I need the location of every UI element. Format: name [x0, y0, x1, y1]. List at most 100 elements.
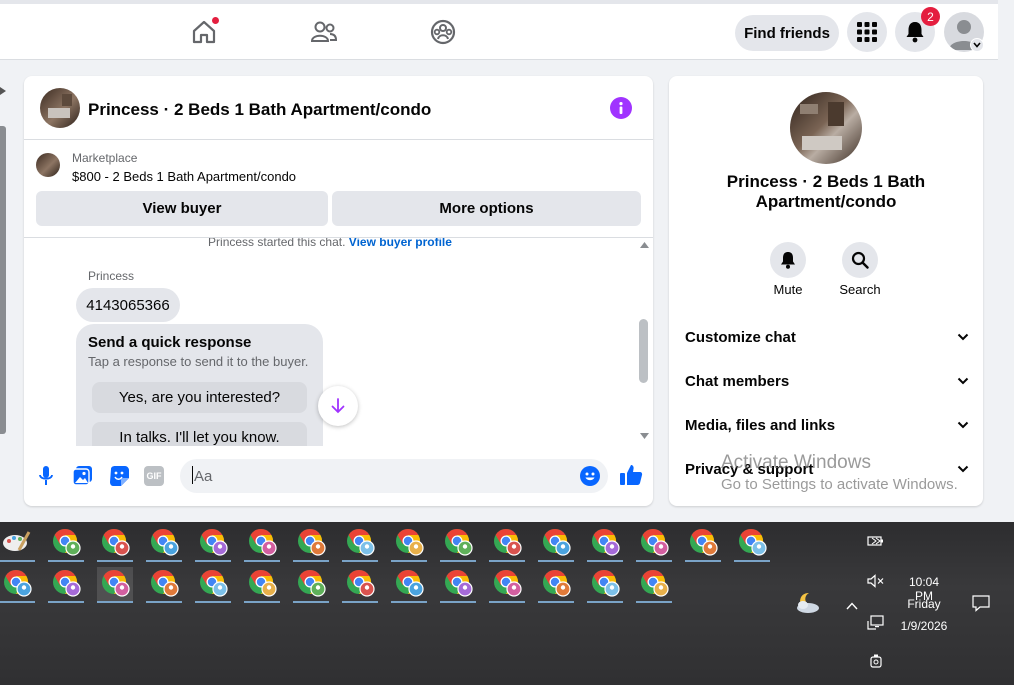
chat-header: Princess · 2 Beds 1 Bath Apartment/condo [24, 76, 653, 140]
chrome-profile-icon [396, 570, 424, 597]
microphone-icon[interactable] [36, 465, 56, 487]
chrome-window-icon[interactable] [489, 567, 525, 603]
notification-center-icon[interactable] [972, 594, 990, 612]
menu-grid-button[interactable] [847, 12, 887, 52]
chrome-profile-icon [641, 529, 669, 556]
chrome-window-icon[interactable] [489, 526, 525, 562]
chrome-window-icon[interactable] [244, 526, 280, 562]
search-button[interactable] [842, 242, 878, 278]
message-scrollbar[interactable] [636, 238, 653, 446]
info-icon[interactable] [610, 97, 632, 119]
quick-response-interested[interactable]: Yes, are you interested? [92, 382, 307, 413]
photo-icon[interactable] [72, 465, 94, 487]
chrome-window-icon[interactable] [636, 526, 672, 562]
chrome-window-icon[interactable] [391, 567, 427, 603]
chrome-window-icon[interactable] [440, 567, 476, 603]
chrome-window-icon[interactable] [97, 567, 133, 603]
chat-members-label: Chat members [685, 372, 790, 390]
emoji-icon[interactable] [580, 466, 600, 486]
left-edge-scrollbar[interactable] [0, 62, 9, 517]
scroll-down-icon[interactable] [640, 433, 649, 439]
friends-icon[interactable] [310, 16, 338, 48]
weather-icon[interactable] [793, 589, 823, 615]
running-indicator [195, 601, 231, 603]
chrome-window-icon[interactable] [0, 567, 35, 603]
chrome-window-icon[interactable] [48, 567, 84, 603]
listing-thumbnail-avatar[interactable] [40, 88, 80, 128]
chrome-window-icon[interactable] [146, 526, 182, 562]
chrome-window-icon[interactable] [146, 567, 182, 603]
left-arrow-icon [0, 82, 6, 95]
marketplace-label: Marketplace [72, 151, 138, 165]
running-indicator [538, 560, 574, 562]
chrome-window-icon[interactable] [48, 526, 84, 562]
chrome-window-icon[interactable] [538, 567, 574, 603]
chat-title[interactable]: Princess · 2 Beds 1 Bath Apartment/condo [88, 100, 431, 120]
chrome-window-icon[interactable] [342, 567, 378, 603]
account-chevron-icon[interactable] [970, 38, 984, 52]
chat-info-panel: Princess · 2 Beds 1 Bath Apartment/condo… [669, 76, 983, 506]
message-scroll-thumb[interactable] [639, 319, 648, 383]
message-list[interactable]: Princess started this chat. View buyer p… [24, 238, 653, 446]
message-input[interactable]: Aa [180, 459, 608, 493]
home-icon[interactable] [190, 16, 220, 48]
chrome-profile-icon [543, 529, 571, 556]
show-hidden-icons-chevron-up-icon[interactable] [846, 597, 858, 610]
find-friends-button[interactable]: Find friends [735, 15, 839, 51]
scroll-up-icon[interactable] [640, 242, 649, 248]
chrome-profile-icon [739, 529, 767, 556]
chrome-profile-icon [4, 570, 32, 597]
listing-price-title[interactable]: $800 - 2 Beds 1 Bath Apartment/condo [72, 169, 296, 184]
chrome-profile-icon [151, 570, 179, 597]
scroll-to-bottom-button[interactable] [318, 386, 358, 426]
battery-charging-icon[interactable] [867, 534, 885, 550]
chrome-profile-icon [445, 529, 473, 556]
view-buyer-profile-link[interactable]: View buyer profile [349, 238, 452, 249]
arrow-down-icon [331, 398, 345, 414]
chrome-window-icon[interactable] [734, 526, 770, 562]
running-indicator [391, 560, 427, 562]
more-options-button[interactable]: More options [332, 191, 641, 226]
chrome-profile-icon [592, 570, 620, 597]
clock-date[interactable]: 1/9/2026 [900, 619, 948, 633]
network-icon[interactable] [867, 615, 885, 631]
chrome-window-icon[interactable] [195, 526, 231, 562]
mute-button[interactable] [770, 242, 806, 278]
grid-icon [857, 22, 877, 42]
paint-app-icon[interactable] [0, 526, 35, 562]
quick-response-in-talks[interactable]: In talks. I'll let you know. [92, 422, 307, 446]
chrome-window-icon[interactable] [685, 526, 721, 562]
volume-muted-icon[interactable] [867, 574, 885, 590]
customize-chat-section[interactable]: Customize chat [685, 322, 969, 352]
sticker-icon[interactable] [108, 465, 130, 487]
chrome-window-icon[interactable] [293, 526, 329, 562]
like-thumb-icon[interactable] [619, 463, 643, 487]
view-buyer-button[interactable]: View buyer [36, 191, 328, 226]
chrome-window-icon[interactable] [391, 526, 427, 562]
media-files-links-section[interactable]: Media, files and links [685, 410, 969, 440]
chrome-window-icon[interactable] [538, 526, 574, 562]
left-scroll-thumb[interactable] [0, 126, 6, 434]
chrome-window-icon[interactable] [587, 526, 623, 562]
chrome-window-icon[interactable] [636, 567, 672, 603]
clock-day[interactable]: Friday [900, 597, 948, 611]
chrome-window-icon[interactable] [342, 526, 378, 562]
message-bubble[interactable]: 4143065366 [76, 288, 180, 322]
groups-icon[interactable] [429, 16, 457, 48]
chrome-window-icon[interactable] [587, 567, 623, 603]
chrome-window-icon[interactable] [440, 526, 476, 562]
meet-now-icon[interactable] [869, 654, 883, 670]
chrome-window-icon[interactable] [97, 526, 133, 562]
page-scrollbar[interactable] [998, 0, 1014, 522]
chrome-window-icon[interactable] [195, 567, 231, 603]
chrome-profile-icon [249, 570, 277, 597]
chrome-window-icon[interactable] [244, 567, 280, 603]
running-indicator [734, 560, 770, 562]
chat-members-section[interactable]: Chat members [685, 366, 969, 396]
mute-label: Mute [773, 282, 803, 297]
chrome-window-icon[interactable] [293, 567, 329, 603]
running-indicator [440, 601, 476, 603]
gif-icon[interactable]: GIF [144, 466, 164, 486]
palette-icon [3, 531, 31, 551]
listing-photo-avatar[interactable] [790, 92, 862, 164]
